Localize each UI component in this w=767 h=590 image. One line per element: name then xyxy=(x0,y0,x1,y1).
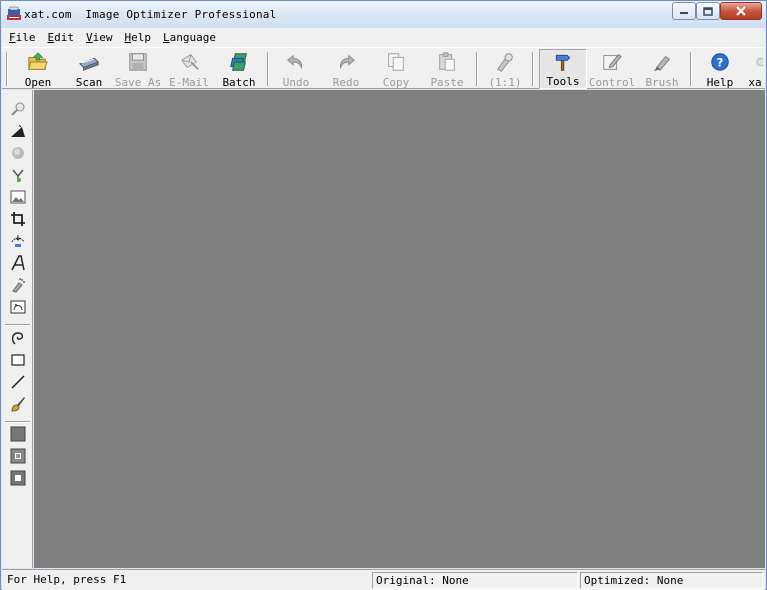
rectangle-tool-icon xyxy=(11,354,25,366)
pipette-tool-icon xyxy=(12,169,24,182)
redo-arrow-icon xyxy=(339,54,355,69)
control-pencil-icon xyxy=(603,54,622,70)
maximize-icon xyxy=(703,6,713,16)
window-title: xat.com Image Optimizer Professional xyxy=(24,8,277,21)
rotate-tool[interactable] xyxy=(8,231,28,251)
control-button[interactable]: Control xyxy=(589,49,635,89)
menu-help[interactable]: Help xyxy=(125,31,152,44)
brush-icon xyxy=(653,55,670,72)
tools-toggle-button[interactable]: Tools xyxy=(539,49,587,89)
open-button[interactable]: Open xyxy=(20,49,56,89)
title-bar[interactable]: xat.com Image Optimizer Professional xyxy=(1,1,766,28)
scanner-icon xyxy=(79,57,99,71)
sharpen-tool-icon xyxy=(11,124,25,137)
toolbar-separator xyxy=(6,52,8,86)
toolbar-separator xyxy=(690,52,692,86)
paste-clipboard-icon xyxy=(439,52,455,71)
undo-button[interactable]: Undo xyxy=(280,49,312,89)
menu-language[interactable]: Language xyxy=(163,31,216,44)
crop-tool-icon xyxy=(11,212,25,226)
help-button[interactable]: ? Help xyxy=(704,49,736,89)
status-bar: For Help, press F1 Original: None Optimi… xyxy=(2,569,765,590)
image-tool[interactable] xyxy=(8,187,28,207)
status-help-text: For Help, press F1 xyxy=(7,573,127,586)
scan-button[interactable]: Scan xyxy=(72,49,106,89)
xa-button[interactable]: xa xyxy=(746,49,764,89)
pipette-tool[interactable] xyxy=(8,165,28,185)
image-tool-icon xyxy=(10,190,26,204)
spray-tool[interactable] xyxy=(8,275,28,295)
brush-button[interactable]: Brush xyxy=(644,49,680,89)
menu-view[interactable]: View xyxy=(86,31,113,44)
hammer-icon xyxy=(555,54,571,71)
toolbar-separator xyxy=(476,52,478,86)
app-icon xyxy=(7,6,21,20)
email-button[interactable]: E-Mail xyxy=(168,49,210,89)
menu-file[interactable]: File xyxy=(9,31,36,44)
batch-button[interactable]: Batch xyxy=(221,49,257,89)
image-canvas[interactable] xyxy=(34,90,765,568)
tool-separator xyxy=(5,324,30,326)
rotate-tool-icon xyxy=(11,235,25,247)
close-icon xyxy=(736,6,746,16)
help-question-icon: ? xyxy=(711,53,729,71)
crop-tool[interactable] xyxy=(8,209,28,229)
status-original-size: Original: None xyxy=(372,572,578,589)
status-optimized-size: Optimized: None xyxy=(580,572,763,589)
menu-edit[interactable]: Edit xyxy=(48,31,75,44)
transform-tool[interactable] xyxy=(8,297,28,317)
text-tool[interactable] xyxy=(8,253,28,273)
transform-tool-icon xyxy=(10,300,26,314)
app-window: xat.com Image Optimizer Professional Fil… xyxy=(0,0,767,590)
save-disk-icon xyxy=(129,53,147,71)
fill-pattern-icon xyxy=(10,448,26,464)
batch-stack-icon xyxy=(230,53,247,71)
tool-separator xyxy=(5,421,30,423)
maximize-button[interactable] xyxy=(696,2,720,20)
svg-text:?: ? xyxy=(717,56,724,70)
rectangle-tool[interactable] xyxy=(8,350,28,370)
fill-solid-tool[interactable] xyxy=(8,424,28,444)
paste-button[interactable]: Paste xyxy=(430,49,464,89)
email-icon xyxy=(180,54,199,70)
menu-bar: File Edit View Help Language xyxy=(2,28,765,47)
text-tool-icon xyxy=(11,255,25,271)
redo-button[interactable]: Redo xyxy=(330,49,362,89)
zoom-tool-icon xyxy=(11,102,25,116)
zoom-1to1-button[interactable]: (1:1) xyxy=(488,49,522,89)
minimize-icon xyxy=(680,12,688,14)
toolbar-separator xyxy=(532,52,534,86)
toolbar-separator xyxy=(267,52,269,86)
xa-logo-icon xyxy=(756,57,763,67)
fill-mask-icon xyxy=(10,470,26,486)
copy-icon xyxy=(388,53,404,71)
line-tool-icon xyxy=(11,375,25,389)
fill-solid-icon xyxy=(10,426,26,442)
close-button[interactable] xyxy=(720,2,762,20)
open-folder-icon xyxy=(28,52,48,70)
blur-tool-icon xyxy=(12,147,24,159)
main-toolbar: Open Scan Save As E-Mail Batch Undo Redo… xyxy=(2,47,765,89)
lasso-tool[interactable] xyxy=(8,328,28,348)
paint-brush-tool-icon xyxy=(11,397,25,412)
blur-tool[interactable] xyxy=(8,143,28,163)
minimize-button[interactable] xyxy=(672,2,696,20)
undo-arrow-icon xyxy=(287,54,303,69)
save-as-button[interactable]: Save As xyxy=(115,49,161,89)
zoom-tool[interactable] xyxy=(8,99,28,119)
fill-mask-tool[interactable] xyxy=(8,468,28,488)
zoom-pen-icon xyxy=(496,53,513,72)
line-tool[interactable] xyxy=(8,372,28,392)
lasso-tool-icon xyxy=(11,332,24,345)
paint-brush-tool[interactable] xyxy=(8,394,28,414)
spray-tool-icon xyxy=(12,278,25,293)
tools-panel xyxy=(2,90,33,568)
copy-button[interactable]: Copy xyxy=(380,49,412,89)
sharpen-tool[interactable] xyxy=(8,121,28,141)
fill-pattern-tool[interactable] xyxy=(8,446,28,466)
